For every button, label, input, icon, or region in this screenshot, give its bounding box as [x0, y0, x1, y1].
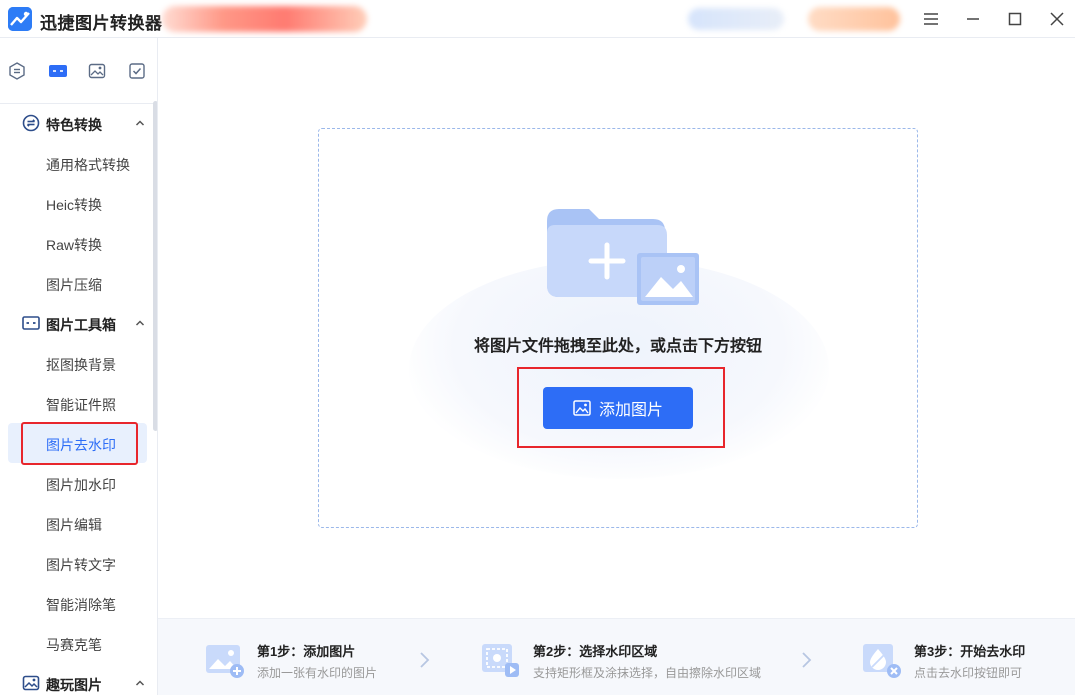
close-icon[interactable]: [1046, 8, 1068, 30]
sidebar-item-eraser[interactable]: 智能消除笔: [0, 583, 150, 623]
step-desc: 支持矩形框及涂抹选择，自由擦除水印区域: [533, 666, 762, 680]
step-title: 第3步：开始去水印: [914, 644, 1026, 659]
sidebar-item-heic[interactable]: Heic转换: [0, 183, 150, 223]
image-category-icon[interactable]: [88, 62, 106, 80]
drop-zone[interactable]: 将图片文件拖拽至此处，或点击下方按钮 添加图片: [318, 128, 918, 528]
chevron-right-icon: [418, 651, 430, 669]
check-category-icon[interactable]: [128, 62, 146, 80]
title-bar: 迅捷图片转换器: [0, 0, 1075, 38]
section-fun-images[interactable]: 趣玩图片: [0, 663, 150, 695]
chevron-right-icon: [800, 651, 812, 669]
fun-image-icon: [22, 674, 40, 692]
sidebar-item-compress[interactable]: 图片压缩: [0, 263, 150, 303]
section-feature-convert[interactable]: 特色转换: [0, 103, 150, 143]
sidebar-item-raw[interactable]: Raw转换: [0, 223, 150, 263]
step-desc: 添加一张有水印的图片: [257, 666, 378, 680]
user-account[interactable]: [688, 8, 784, 30]
convert-icon: [22, 114, 40, 132]
app-title: 迅捷图片转换器: [40, 14, 163, 33]
step-title: 第2步：选择水印区域: [533, 644, 658, 659]
sidebar-item-remove-watermark[interactable]: 图片去水印: [8, 423, 147, 463]
menu-icon[interactable]: [920, 8, 942, 30]
step-desc: 点击去水印按钮即可: [914, 666, 1023, 680]
steps-bar: 第1步：添加图片 添加一张有水印的图片 第2步：选择水印区域 支持矩形框及涂抹选…: [158, 618, 1075, 695]
app-window: 迅捷图片转换器 特色转换 通用格式转换 Heic转换 Raw转换 图片压缩 图片…: [0, 0, 1075, 695]
add-image-button[interactable]: 添加图片: [543, 387, 693, 429]
sidebar-item-id-photo[interactable]: 智能证件照: [0, 383, 150, 423]
app-logo-icon: [8, 7, 32, 31]
chevron-up-icon: [133, 676, 147, 690]
add-image-step-icon: [205, 641, 245, 679]
toolbox-category-icon[interactable]: [48, 62, 67, 80]
step-title: 第1步：添加图片: [257, 644, 356, 659]
main-panel: 将图片文件拖拽至此处，或点击下方按钮 添加图片 第1步：添加图片 添加一张有水印…: [158, 38, 1075, 695]
section-label: 趣玩图片: [46, 677, 102, 693]
minimize-icon[interactable]: [962, 8, 984, 30]
image-icon: [573, 400, 591, 416]
sidebar: 特色转换 通用格式转换 Heic转换 Raw转换 图片压缩 图片工具箱 抠图换背…: [0, 38, 158, 695]
folder-add-image-icon: [541, 203, 701, 311]
add-image-button-label: 添加图片: [598, 402, 663, 419]
section-label: 图片工具箱: [46, 317, 116, 333]
vip-button[interactable]: [808, 7, 900, 31]
maximize-icon[interactable]: [1004, 8, 1026, 30]
sidebar-item-cutout[interactable]: 抠图换背景: [0, 343, 150, 383]
chevron-up-icon: [133, 116, 147, 130]
section-label: 特色转换: [46, 117, 102, 133]
select-area-step-icon: [481, 641, 521, 679]
sidebar-item-ocr[interactable]: 图片转文字: [0, 543, 150, 583]
section-image-toolbox[interactable]: 图片工具箱: [0, 303, 150, 343]
drop-instruction: 将图片文件拖拽至此处，或点击下方按钮: [473, 338, 762, 355]
step-2: 第2步：选择水印区域 支持矩形框及涂抹选择，自由擦除水印区域: [481, 639, 781, 683]
promo-banner[interactable]: [162, 6, 367, 32]
chevron-up-icon: [133, 316, 147, 330]
sidebar-item-add-watermark[interactable]: 图片加水印: [0, 463, 150, 503]
sidebar-item-mosaic[interactable]: 马赛克笔: [0, 623, 150, 663]
sidebar-item-edit[interactable]: 图片编辑: [0, 503, 150, 543]
remove-watermark-step-icon: [862, 641, 902, 679]
step-1: 第1步：添加图片 添加一张有水印的图片: [205, 639, 425, 683]
sidebar-category-icons: [0, 38, 157, 104]
step-3: 第3步：开始去水印 点击去水印按钮即可: [862, 639, 1062, 683]
sidebar-item-general-format[interactable]: 通用格式转换: [0, 143, 150, 183]
convert-category-icon[interactable]: [8, 62, 26, 80]
toolbox-icon: [22, 314, 40, 332]
